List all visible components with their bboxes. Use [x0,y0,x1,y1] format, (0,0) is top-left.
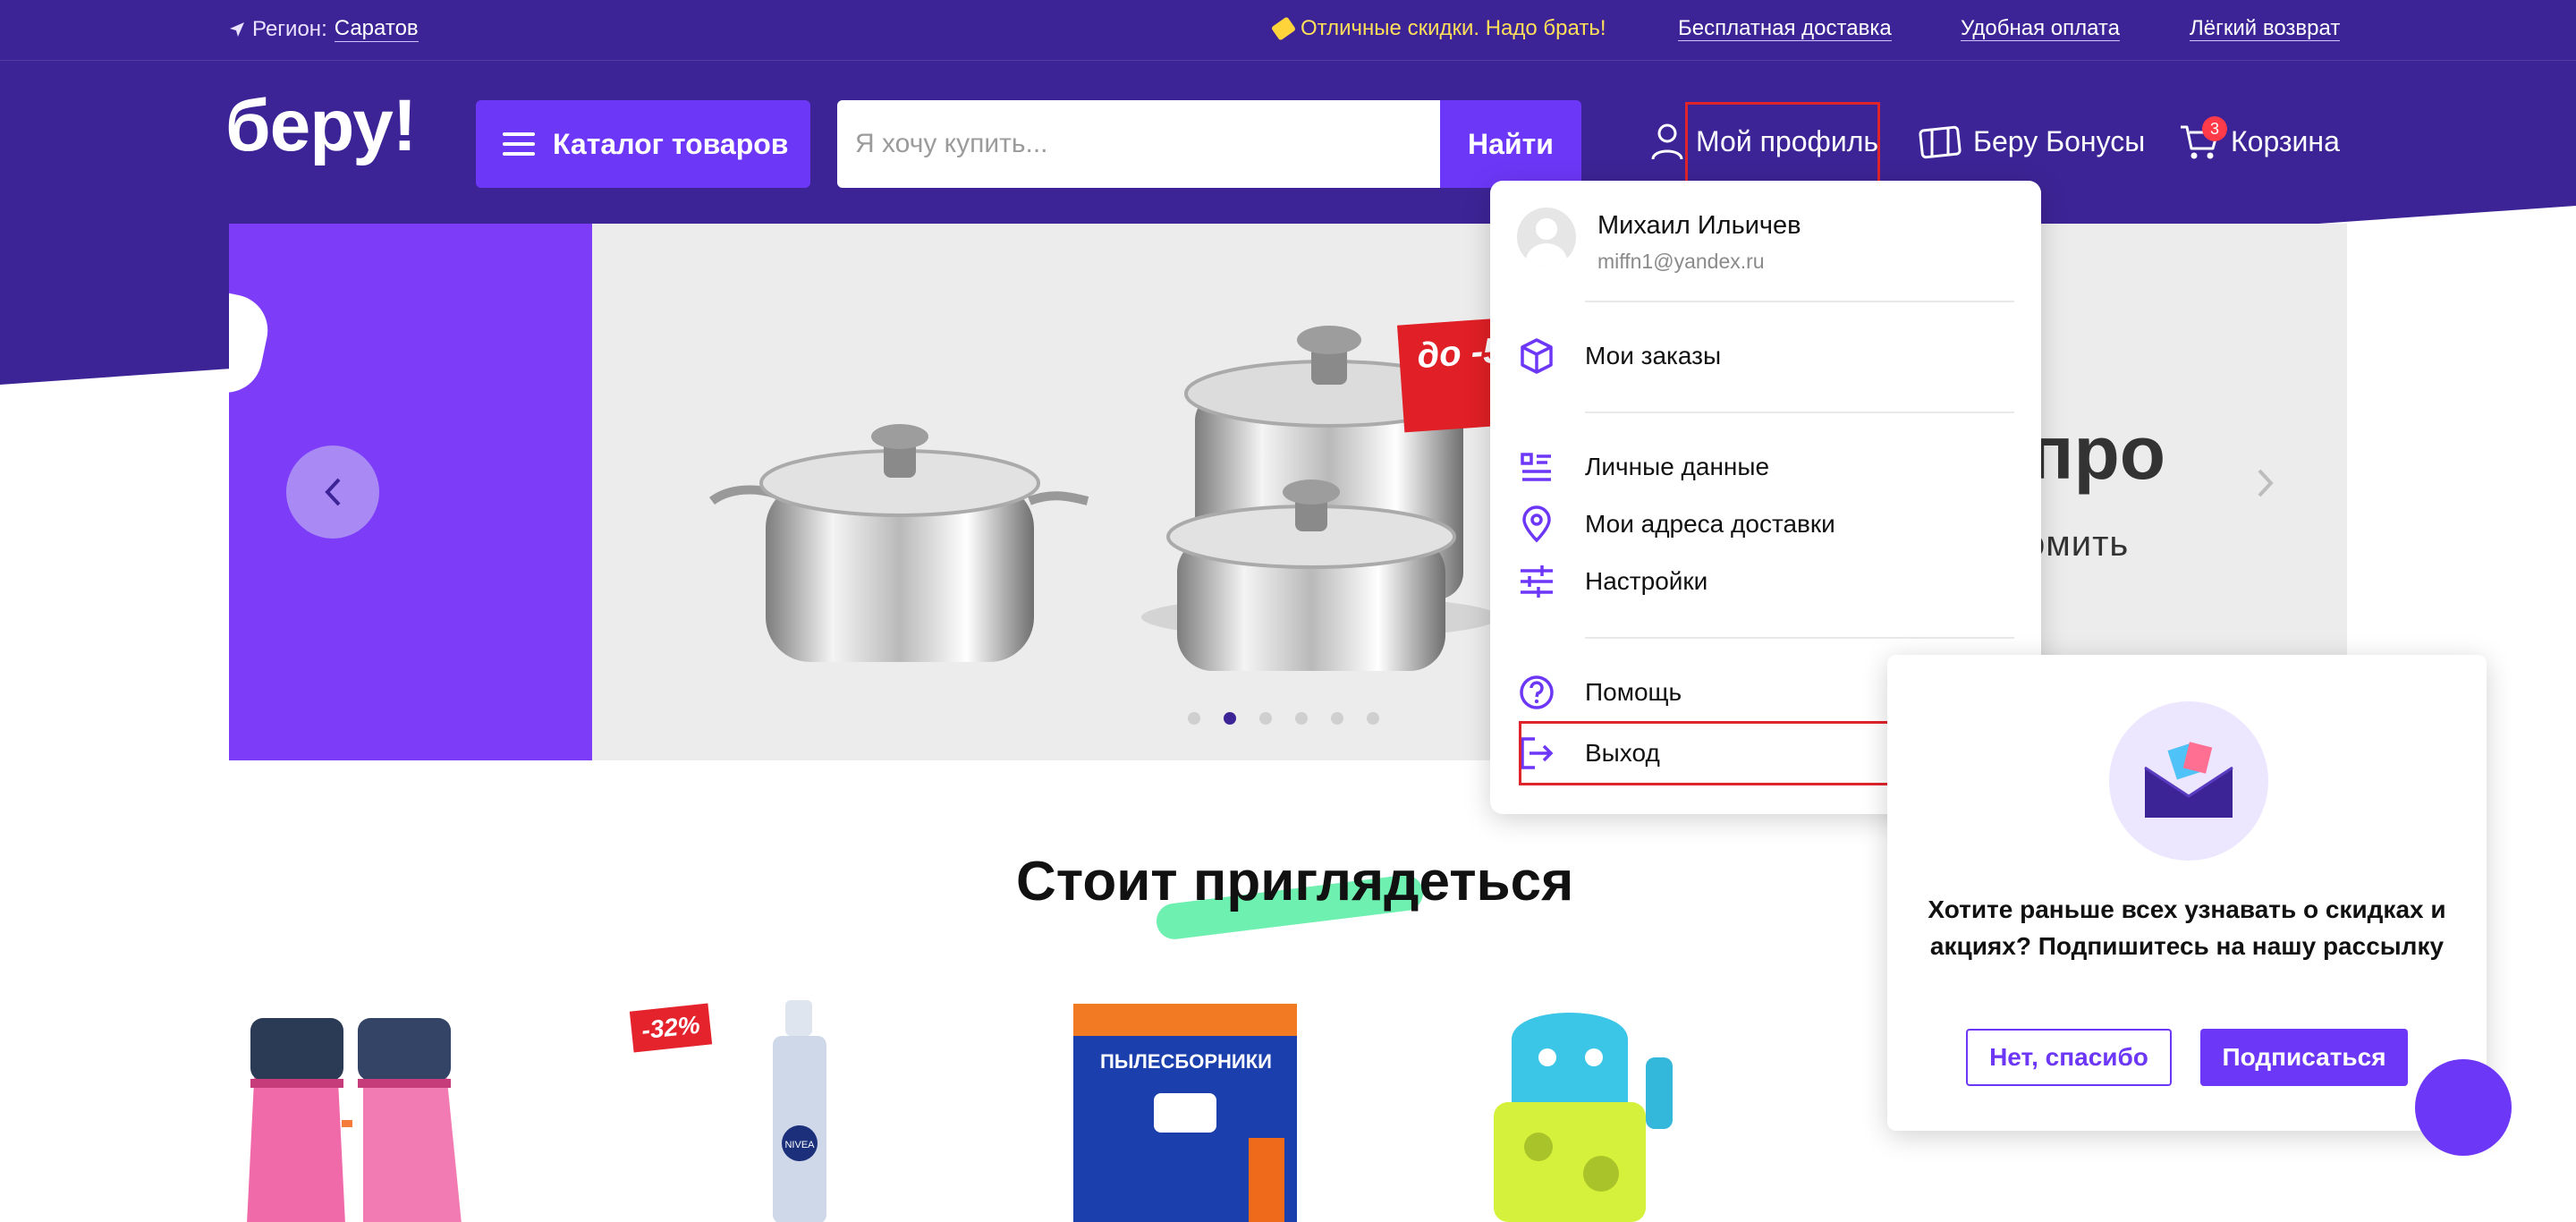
envelope-icon [2109,701,2268,861]
chevron-left-icon [325,478,341,506]
payment-label: Удобная оплата [1961,16,2120,41]
menu-item-orders[interactable]: Мои заказы [1517,331,2014,381]
catalog-label: Каталог товаров [553,127,789,160]
search-input[interactable] [837,100,1442,188]
page: Регион: Саратов Отличные скидки. Надо бр… [0,0,2576,1222]
banner-next-button[interactable] [2256,463,2275,508]
product-image-spray[interactable]: NIVEA [760,1000,841,1222]
cart-label: Корзина [2231,124,2340,157]
return-link[interactable]: Лёгкий возврат [2190,16,2341,41]
profile-highlight-box [1685,102,1880,184]
pagination-dot[interactable] [1259,712,1272,725]
bonus-label: Беру Бонусы [1973,124,2146,157]
chevron-right-icon [2258,469,2274,497]
pagination-dot[interactable] [1295,712,1308,725]
cart-button[interactable]: 3 Корзина [2179,115,2340,168]
menu-divider [1585,637,2014,639]
subscribe-button[interactable]: Подписаться [2200,1029,2408,1086]
product-image-toy[interactable] [1476,1004,1690,1222]
discount-badge: -32% [629,1003,713,1053]
user-email: miffn1@yandex.ru [1597,250,1765,273]
avatar [1517,208,1576,267]
svg-text:ПЫЛЕСБОРНИКИ: ПЫЛЕСБОРНИКИ [1100,1050,1272,1073]
pagination-dot-active[interactable] [1224,712,1236,725]
location-arrow-icon [230,21,244,37]
menu-item-personal-data-label: Личные данные [1585,453,1770,480]
menu-item-settings[interactable]: Настройки [1517,556,2014,607]
promo-text: Отличные скидки. Надо брать! [1301,16,1606,40]
bonus-icon [1919,125,1962,159]
pagination-dot[interactable] [1188,712,1200,725]
box-icon [1521,338,1553,374]
help-icon [1520,675,1554,709]
banner-prev-button[interactable] [286,446,379,539]
menu-divider [1585,412,2014,413]
user-name: Михаил Ильичев [1597,211,1801,240]
svg-text:NIVEA: NIVEA [784,1140,815,1150]
region-value[interactable]: Саратов [334,16,419,42]
pagination-dot[interactable] [1331,712,1343,725]
menu-icon [503,132,535,156]
region-selector[interactable]: Регион: Саратов [229,16,419,42]
user-icon [1651,123,1683,160]
top-bar: Регион: Саратов Отличные скидки. Надо бр… [0,0,2576,61]
menu-item-personal-data[interactable]: Личные данные [1517,442,2014,492]
bonus-button[interactable]: Беру Бонусы [1918,115,2145,168]
search-button[interactable]: Найти [1440,100,1581,188]
catalog-button[interactable]: Каталог товаров [476,100,810,188]
tag-icon [1270,16,1297,41]
cart-count-badge: 3 [2202,116,2227,141]
subscribe-popup: Хотите раньше всех узнавать о скидках и … [1887,655,2487,1131]
pagination-dot[interactable] [1367,712,1379,725]
menu-item-addresses[interactable]: Мои адреса доставки [1517,499,2014,549]
menu-item-addresses-label: Мои адреса доставки [1585,510,1835,538]
menu-item-orders-label: Мои заказы [1585,342,1722,369]
product-image-vacuum-bags[interactable]: ПЫЛЕСБОРНИКИ [1073,1004,1306,1222]
region-label: Регион: [252,16,327,41]
subscribe-text: Хотите раньше всех узнавать о скидках и … [1928,895,2446,960]
menu-item-settings-label: Настройки [1585,567,1708,595]
banner-left-panel [229,224,592,760]
location-pin-icon [1522,505,1551,543]
menu-divider [1585,301,2014,302]
section-title: Стоит приглядеться [1016,851,1574,912]
logo[interactable]: беру! [225,89,417,163]
free-delivery-link[interactable]: Бесплатная доставка [1678,16,1892,41]
user-info: Михаил Ильичев miffn1@yandex.ru [1517,208,1801,274]
decline-button[interactable]: Нет, спасибо [1966,1029,2172,1086]
promo-link[interactable]: Отличные скидки. Надо брать! [1270,16,1606,41]
free-delivery-label: Бесплатная доставка [1678,16,1892,41]
chat-button[interactable] [2415,1059,2512,1156]
menu-item-help-label: Помощь [1585,678,1682,706]
sliders-icon [1521,565,1553,598]
cart-icon-wrap: 3 [2179,116,2227,161]
payment-link[interactable]: Удобная оплата [1961,16,2120,41]
return-label: Лёгкий возврат [2190,16,2341,41]
banner-pagination [1188,712,1379,725]
list-icon [1521,453,1551,481]
product-image-boots[interactable] [238,1009,578,1222]
